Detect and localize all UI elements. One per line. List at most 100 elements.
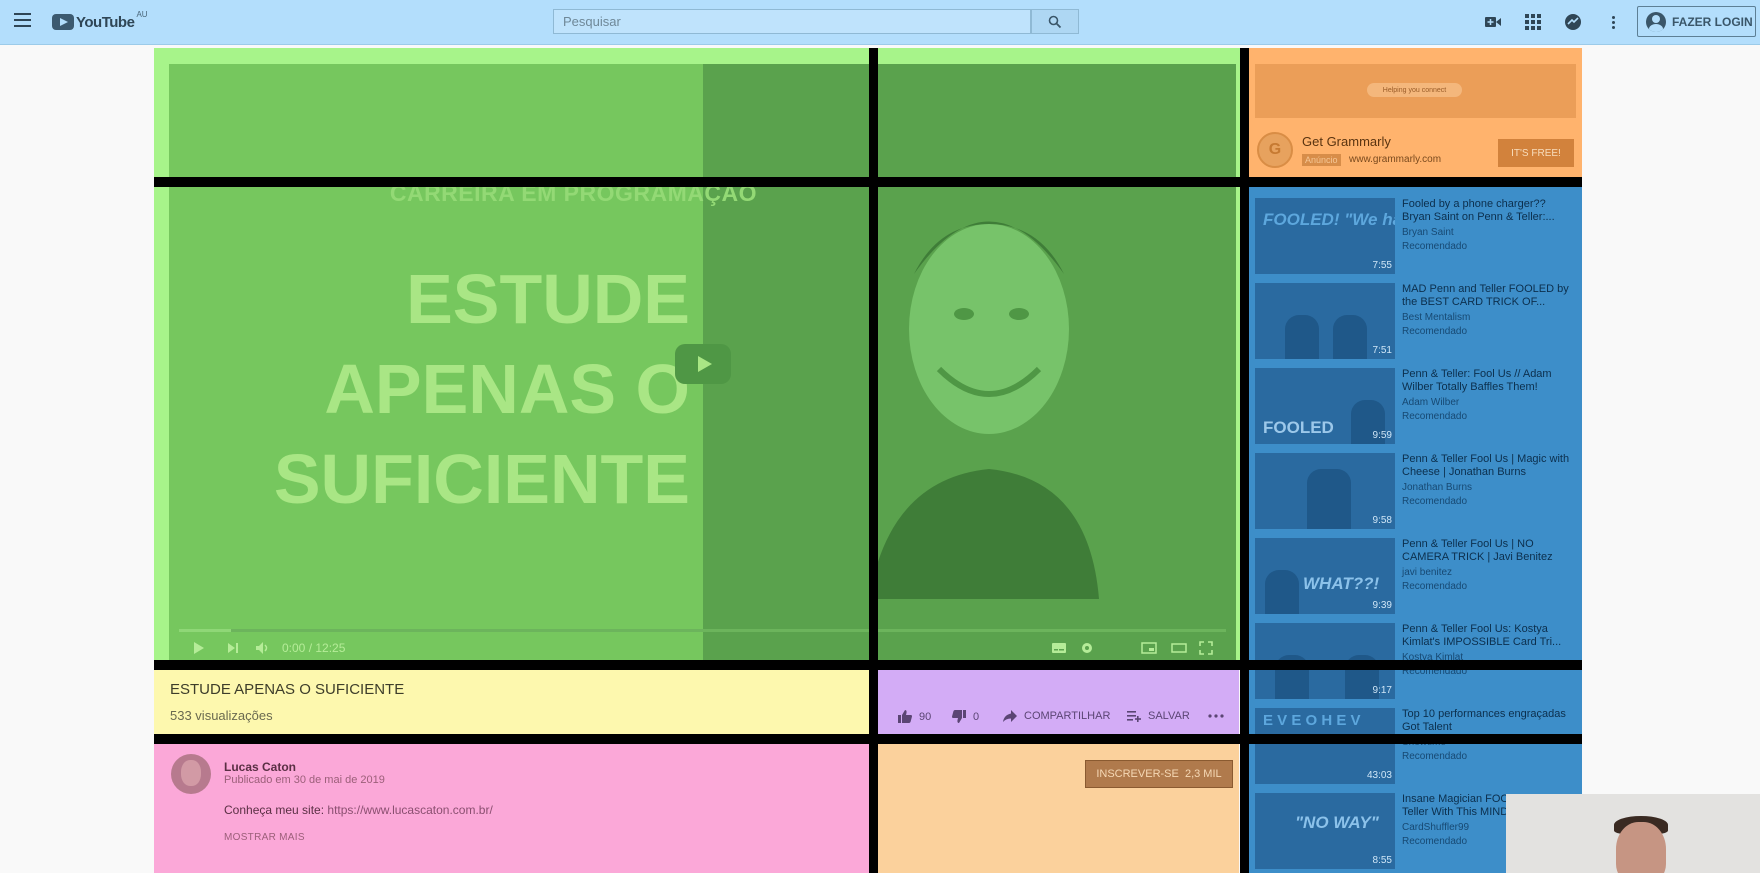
grid-divider — [154, 177, 1582, 187]
channel-avatar[interactable] — [171, 754, 211, 794]
video-thumbnail[interactable]: FOOLED! "We have NO IDEA"7:55 — [1255, 198, 1395, 274]
video-thumbnail[interactable]: WHAT??! 9:39 — [1255, 538, 1395, 614]
search-input[interactable] — [554, 10, 1031, 33]
ad-banner-pill: Helping you connect — [1367, 83, 1462, 97]
recommendation-channel: javi benitez — [1402, 567, 1453, 578]
recommendation-title[interactable]: Top 10 performances engraçadas Got Talen… — [1402, 708, 1574, 734]
publish-date: Publicado em 30 de mai de 2019 — [224, 774, 385, 786]
ad-url: www.grammarly.com — [1349, 154, 1442, 165]
next-icon[interactable] — [227, 641, 239, 655]
presenter-image — [869, 221, 1099, 599]
show-more-button[interactable]: MOSTRAR MAIS — [224, 832, 305, 843]
video-duration: 7:55 — [1372, 260, 1392, 271]
settings-icon[interactable] — [1079, 641, 1095, 655]
grammarly-logo: G — [1257, 132, 1293, 168]
recommendation-item[interactable]: E V E O H E V 43:03 Top 10 performances e… — [1255, 708, 1576, 784]
ad-cta-button[interactable]: IT'S FREE! — [1498, 139, 1574, 167]
youtube-logo[interactable]: YouTube AU — [52, 10, 148, 32]
thumbs-down-icon — [952, 710, 966, 723]
share-button[interactable]: COMPARTILHAR — [1002, 709, 1110, 723]
recommendation-item[interactable]: FOOLED! "We have NO IDEA"7:55 Fooled by … — [1255, 198, 1576, 274]
upload-video-icon[interactable] — [1483, 12, 1503, 32]
ad-banner[interactable]: Helping you connect — [1255, 64, 1576, 118]
recommendation-item[interactable]: 7:51 MAD Penn and Teller FOOLED by the B… — [1255, 283, 1576, 359]
play-icon[interactable] — [193, 641, 205, 655]
recommendation-meta: Recomendado — [1402, 241, 1468, 252]
video-actions-region: 90 0 COMPARTILHAR SALVAR — [878, 670, 1239, 734]
video-title: ESTUDE APENAS O SUFICIENTE — [170, 681, 405, 698]
recommendation-title[interactable]: Penn & Teller: Fool Us // Adam Wilber To… — [1402, 368, 1574, 394]
recommendation-channel: Adam Wilber — [1402, 397, 1460, 408]
webcam-overlay — [1506, 794, 1760, 873]
dislike-count: 0 — [973, 710, 980, 723]
ad-title[interactable]: Get Grammarly — [1302, 134, 1391, 149]
grid-divider — [154, 660, 1582, 670]
search-icon — [1048, 15, 1062, 28]
like-button[interactable]: 90 — [897, 709, 931, 724]
video-duration: 9:59 — [1372, 430, 1392, 441]
recommendation-channel: Jonathan Burns — [1402, 482, 1473, 493]
more-options-icon[interactable] — [1603, 12, 1623, 32]
ad-badge: Anúncio — [1302, 154, 1341, 166]
like-count: 90 — [919, 710, 932, 723]
recommendation-title[interactable]: Penn & Teller Fool Us: Kostya Kimlat's I… — [1402, 623, 1574, 649]
recommendation-title[interactable]: Penn & Teller Fool Us | NO CAMERA TRICK … — [1402, 538, 1574, 564]
recommendation-title[interactable]: Penn & Teller Fool Us | Magic with Chees… — [1402, 453, 1574, 479]
video-player[interactable]: CARREIRA EM PROGRAMAÇÃO ESTUDE APENAS O … — [169, 64, 1236, 660]
youtube-play-icon — [52, 14, 74, 30]
recommendation-title[interactable]: Fooled by a phone charger?? Bryan Saint … — [1402, 198, 1574, 224]
recommendation-item[interactable]: FOOLED 9:59 Penn & Teller: Fool Us // Ada… — [1255, 368, 1576, 444]
ad-region[interactable]: Helping you connect G Get Grammarly Anún… — [1249, 48, 1582, 177]
time-display: 0:00 / 12:25 — [282, 641, 346, 655]
fullscreen-icon[interactable] — [1199, 641, 1213, 655]
menu-icon[interactable] — [14, 13, 31, 27]
playlist-add-icon — [1127, 711, 1141, 722]
subscribe-button[interactable]: INSCREVER-SE 2,3 MIL — [1085, 760, 1233, 788]
video-duration: 9:39 — [1372, 600, 1392, 611]
messages-icon[interactable] — [1563, 12, 1583, 32]
recommendation-meta: Recomendado — [1402, 496, 1468, 507]
recommendation-meta: Recomendado — [1402, 751, 1468, 762]
video-thumbnail[interactable]: FOOLED 9:59 — [1255, 368, 1395, 444]
video-thumbnail[interactable]: 7:51 — [1255, 283, 1395, 359]
theater-mode-icon[interactable] — [1171, 641, 1187, 655]
description-text: Conheça meu site: https://www.lucascaton… — [224, 803, 493, 817]
description-link[interactable]: https://www.lucascaton.com.br/ — [327, 803, 492, 817]
video-duration: 8:55 — [1372, 855, 1392, 866]
grid-divider — [154, 734, 1582, 744]
play-overlay-button[interactable] — [675, 344, 731, 384]
search-box — [553, 9, 1031, 34]
miniplayer-icon[interactable] — [1141, 641, 1157, 655]
subtitles-icon[interactable] — [1051, 641, 1067, 655]
video-duration: 9:58 — [1372, 515, 1392, 526]
video-thumbnail[interactable]: 9:58 — [1255, 453, 1395, 529]
login-button[interactable]: FAZER LOGIN — [1637, 6, 1756, 37]
save-button[interactable]: SALVAR — [1126, 709, 1190, 723]
grid-divider — [1240, 48, 1249, 873]
apps-icon[interactable] — [1523, 12, 1543, 32]
video-thumbnail[interactable]: E V E O H E V 43:03 — [1255, 708, 1395, 784]
grid-divider — [869, 48, 878, 873]
view-count: 533 visualizações — [170, 708, 273, 723]
volume-icon[interactable] — [255, 641, 271, 655]
description-region: Lucas Caton Publicado em 30 de mai de 20… — [154, 744, 869, 873]
search-button[interactable] — [1031, 9, 1079, 34]
dislike-button[interactable]: 0 — [951, 709, 979, 724]
top-header: YouTube AU FAZER LOGIN — [0, 0, 1760, 45]
recommendation-meta: Recomendado — [1402, 581, 1468, 592]
video-thumbnail[interactable]: "NO WAY" 8:55 — [1255, 793, 1395, 869]
recommendation-title[interactable]: MAD Penn and Teller FOOLED by the BEST C… — [1402, 283, 1574, 309]
share-icon — [1003, 710, 1017, 722]
channel-name[interactable]: Lucas Caton — [224, 760, 296, 774]
account-icon — [1646, 11, 1666, 32]
recommendations-region: FOOLED! "We have NO IDEA"7:55 Fooled by … — [1249, 187, 1582, 873]
recommendation-channel: Bryan Saint — [1402, 227, 1454, 238]
video-duration: 9:17 — [1372, 685, 1392, 696]
thumbs-up-icon — [898, 710, 912, 723]
recommendation-item[interactable]: WHAT??! 9:39 Penn & Teller Fool Us | NO C… — [1255, 538, 1576, 614]
region-label: AU — [136, 10, 148, 19]
recommendation-item[interactable]: 9:58 Penn & Teller Fool Us | Magic with … — [1255, 453, 1576, 529]
more-actions-icon[interactable] — [1208, 714, 1224, 718]
progress-bar[interactable] — [179, 629, 1226, 632]
video-title-region: ESTUDE APENAS O SUFICIENTE 533 visualiza… — [154, 670, 869, 734]
